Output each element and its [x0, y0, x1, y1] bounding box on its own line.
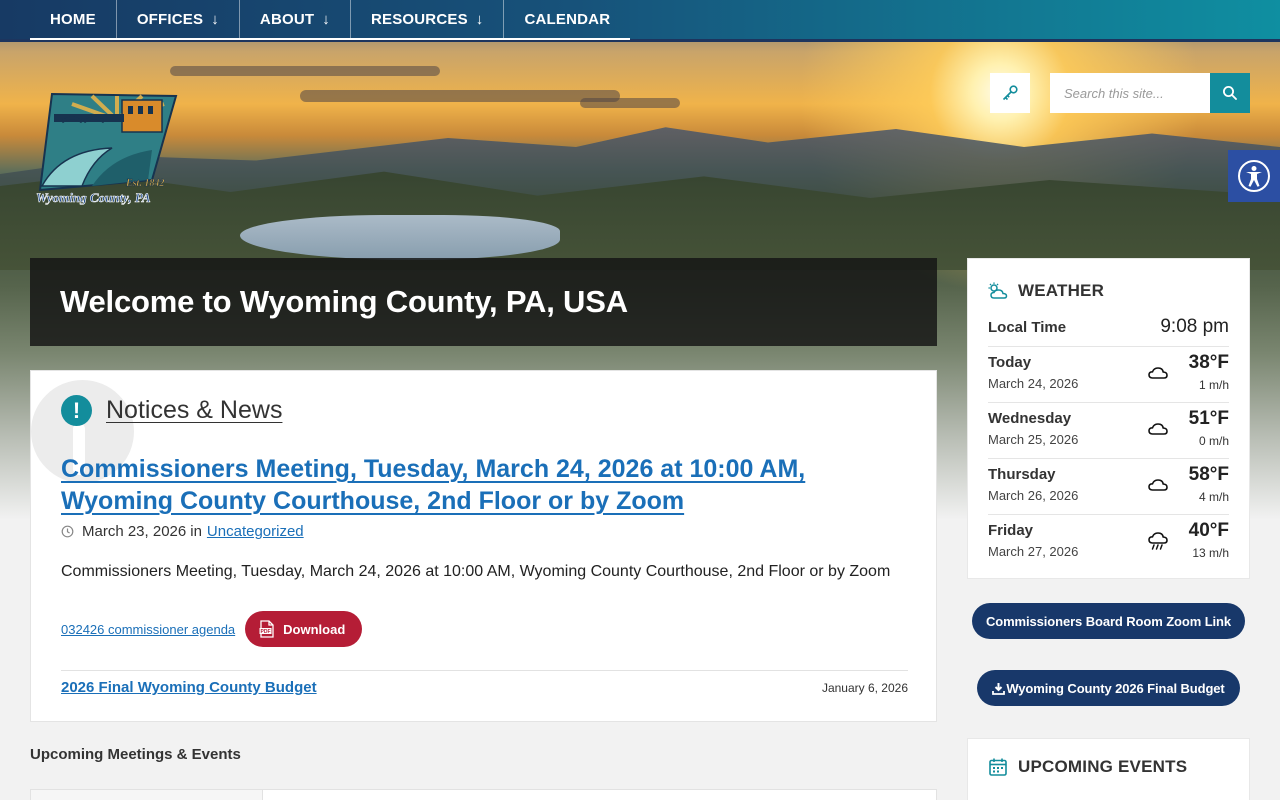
main-nav: HOME OFFICES ↓ ABOUT ↓ RESOURCES ↓ CALENDAR	[30, 0, 631, 40]
post-date: March 23, 2026	[82, 523, 187, 540]
forecast-row: Wednesday March 25, 2026 51°F 0 m/h	[988, 402, 1229, 458]
page-title: Welcome to Wyoming County, PA, USA	[60, 284, 628, 319]
arrow-down-icon: ↓	[322, 10, 330, 28]
zoom-link-label: Commissioners Board Room Zoom Link	[985, 613, 1232, 629]
logo-graphic: Est. 1842 Wyoming County, PA	[36, 92, 178, 205]
cloud-icon	[1148, 423, 1168, 435]
secondary-post-date: January 6, 2026	[821, 680, 908, 695]
budget-label: Wyoming County 2026 Final Budget	[1006, 680, 1225, 696]
budget-download-button[interactable]: Wyoming County 2026 Final Budget	[977, 670, 1240, 706]
forecast-temp: 40°F	[1188, 520, 1229, 541]
calendar-icon	[989, 758, 1007, 776]
exclamation-icon: !	[61, 395, 92, 426]
local-time-label: Local Time	[988, 318, 1067, 336]
sun-cloud-icon	[988, 282, 1008, 299]
accessibility-icon	[1238, 160, 1270, 192]
post-title-link[interactable]: Commissioners Meeting, Tuesday, March 24…	[61, 453, 861, 517]
local-time-value: 9:08 pm	[1160, 316, 1229, 337]
nav-label: CALENDAR	[524, 10, 611, 28]
download-button[interactable]: PDF Download	[245, 611, 363, 647]
nav-label: RESOURCES	[370, 10, 468, 28]
nav-label: ABOUT	[259, 10, 315, 28]
accessibility-button[interactable]	[1228, 150, 1280, 202]
forecast-wind: 0 m/h	[1198, 434, 1229, 448]
forecast-row: Thursday March 26, 2026 58°F 4 m/h	[988, 458, 1229, 514]
forecast-date: March 26, 2026	[988, 488, 1079, 503]
secondary-post-link[interactable]: 2026 Final Wyoming County Budget	[61, 679, 317, 696]
forecast-row: Friday March 27, 2026 40°F 13 m/h	[988, 514, 1229, 570]
events-header: UPCOMING EVENTS	[988, 757, 1187, 777]
rain-cloud-icon	[1148, 532, 1168, 550]
nav-about[interactable]: ABOUT ↓	[240, 0, 351, 38]
nav-home[interactable]: HOME	[30, 0, 117, 38]
forecast-wind: 13 m/h	[1192, 546, 1229, 560]
pdf-icon: PDF	[259, 620, 274, 638]
arrow-down-icon: ↓	[211, 10, 219, 28]
forecast-temp: 51°F	[1188, 408, 1229, 429]
forecast-wind: 4 m/h	[1198, 490, 1229, 504]
nav-label: OFFICES	[136, 10, 204, 28]
events-tab-active[interactable]	[31, 790, 263, 800]
welcome-banner: Welcome to Wyoming County, PA, USA	[30, 258, 937, 346]
notices-card: ! Notices & News Commissioners Meeting, …	[30, 370, 937, 722]
search-button[interactable]	[1210, 73, 1250, 113]
secondary-post: 2026 Final Wyoming County Budget January…	[61, 679, 908, 696]
attachment-link[interactable]: 032426 commissioner agenda	[61, 622, 235, 637]
forecast-temp: 38°F	[1188, 352, 1229, 373]
weather-header: WEATHER	[988, 259, 1229, 321]
forecast-day: Friday	[988, 522, 1034, 539]
divider	[61, 670, 908, 671]
clock-icon	[61, 525, 74, 538]
forecast-day: Thursday	[988, 466, 1056, 483]
search-input[interactable]	[1050, 73, 1210, 113]
cloud-decoration	[300, 90, 620, 102]
search-icon	[1223, 86, 1237, 100]
post-excerpt: Commissioners Meeting, Tuesday, March 24…	[61, 563, 891, 580]
upcoming-meetings-heading: Upcoming Meetings & Events	[30, 746, 241, 763]
post-attachment: 032426 commissioner agenda PDF Download	[61, 611, 363, 647]
post-meta: March 23, 2026 in Uncategorized	[61, 523, 304, 540]
cloud-icon	[1148, 367, 1168, 379]
nav-calendar[interactable]: CALENDAR	[504, 0, 630, 38]
notices-header: ! Notices & News	[61, 395, 282, 426]
weather-widget: WEATHER Local Time 9:08 pm Today March 2…	[967, 258, 1250, 579]
cloud-decoration	[580, 98, 680, 108]
cloud-icon	[1148, 479, 1168, 491]
forecast-day: Wednesday	[988, 410, 1072, 427]
events-title: UPCOMING EVENTS	[1018, 757, 1188, 776]
local-time-row: Local Time 9:08 pm	[988, 316, 1229, 338]
zoom-link-button[interactable]: Commissioners Board Room Zoom Link	[972, 603, 1245, 639]
events-tabs	[30, 789, 937, 800]
nav-resources[interactable]: RESOURCES ↓	[351, 0, 505, 38]
download-icon	[992, 682, 1006, 695]
logo-est-text: Est. 1842	[125, 178, 164, 189]
nav-offices[interactable]: OFFICES ↓	[117, 0, 240, 38]
weather-title: WEATHER	[1018, 281, 1105, 300]
svg-text:PDF: PDF	[261, 629, 271, 635]
login-key-button[interactable]	[990, 73, 1030, 113]
site-search	[1050, 73, 1250, 113]
forecast-date: March 27, 2026	[988, 544, 1079, 559]
top-navigation-bar: HOME OFFICES ↓ ABOUT ↓ RESOURCES ↓ CALENDAR	[0, 0, 1280, 42]
notices-heading-link[interactable]: Notices & News	[106, 396, 282, 425]
forecast-temp: 58°F	[1188, 464, 1229, 485]
forecast-date: March 24, 2026	[988, 376, 1079, 391]
cloud-decoration	[170, 66, 440, 76]
forecast-wind: 1 m/h	[1198, 378, 1229, 392]
logo-name-text: Wyoming County, PA	[36, 190, 151, 205]
key-icon	[1002, 85, 1018, 101]
download-label: Download	[283, 621, 346, 637]
forecast-list: Today March 24, 2026 38°F 1 m/h Wednesda…	[988, 346, 1229, 570]
forecast-date: March 25, 2026	[988, 432, 1079, 447]
arrow-down-icon: ↓	[475, 10, 484, 28]
post-in-label: in	[190, 523, 202, 540]
post-category-link[interactable]: Uncategorized	[207, 523, 304, 540]
forecast-row: Today March 24, 2026 38°F 1 m/h	[988, 346, 1229, 402]
county-logo[interactable]: Est. 1842 Wyoming County, PA	[32, 90, 178, 208]
forecast-day: Today	[988, 354, 1032, 371]
nav-label: HOME	[50, 10, 96, 28]
upcoming-events-widget: UPCOMING EVENTS	[967, 738, 1250, 800]
